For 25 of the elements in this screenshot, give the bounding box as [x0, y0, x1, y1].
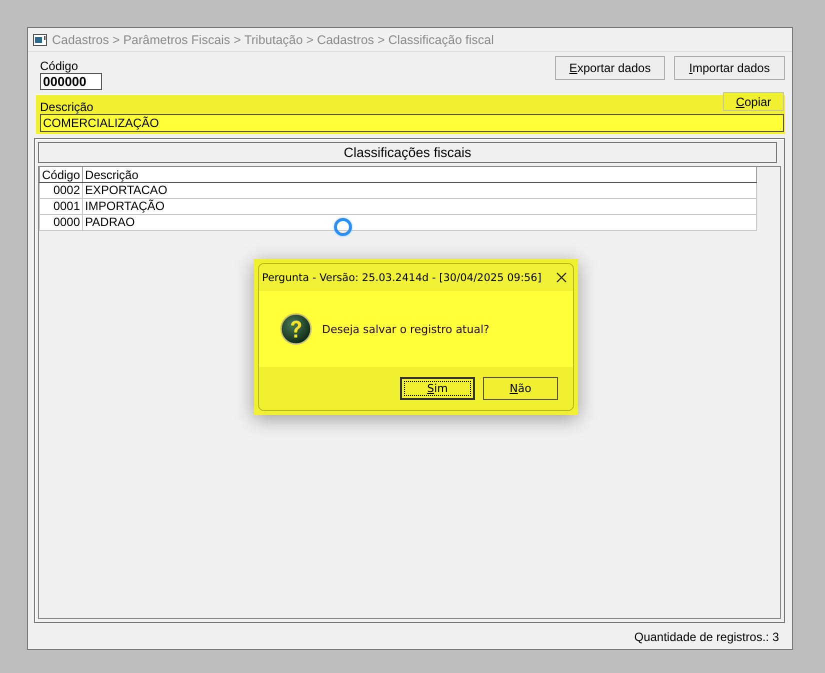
window-title: Cadastros > Parâmetros Fiscais > Tributação > Cadastros > Classificação fiscal — [52, 32, 494, 46]
table-cell: EXPORTACAO — [82, 182, 756, 198]
dialog-message: Deseja salvar o registro atual? — [322, 322, 490, 336]
dialog-title: Pergunta - Versão: 25.03.2414d - [30/04/2025 09:56] — [262, 272, 542, 284]
table-cell: 0002 — [40, 182, 83, 198]
record-count: Quantidade de registros.: 3 — [634, 629, 780, 644]
app-icon — [33, 34, 47, 46]
export-button[interactable]: Exportar dados — [555, 56, 665, 80]
column-header[interactable]: Descrição — [82, 167, 756, 182]
table-cell: PADRAO — [82, 214, 756, 230]
table-cell: 0001 — [40, 198, 83, 214]
table-cell: 0000 — [40, 214, 83, 230]
close-icon[interactable] — [556, 272, 567, 283]
code-label: Código — [40, 60, 80, 73]
no-button[interactable]: Não — [483, 377, 558, 400]
panel-title: Classificações fiscais — [38, 142, 777, 163]
code-field[interactable]: 000000 — [40, 73, 102, 90]
question-icon — [280, 313, 312, 345]
yes-button[interactable]: Sim — [400, 377, 475, 400]
description-label: Descrição — [40, 101, 94, 114]
column-header[interactable]: Código — [40, 167, 83, 182]
copy-button[interactable]: Copiar — [723, 92, 784, 111]
table-cell: IMPORTAÇÃO — [82, 198, 756, 214]
description-field[interactable]: COMERCIALIZAÇÃO — [40, 114, 784, 132]
import-button[interactable]: Importar dados — [674, 56, 785, 80]
